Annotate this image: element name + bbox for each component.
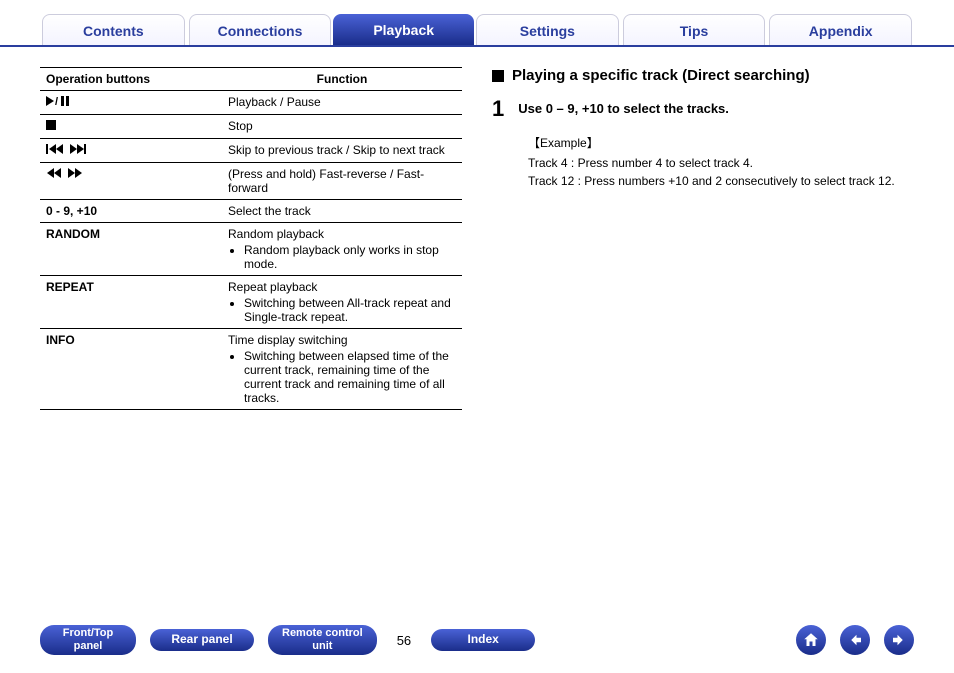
- tab-connections[interactable]: Connections: [189, 14, 332, 45]
- operation-button-cell: /: [40, 91, 222, 115]
- function-cell: Playback / Pause: [222, 91, 462, 115]
- operation-button-cell: RANDOM: [40, 223, 222, 276]
- example-line: Track 12 : Press numbers +10 and 2 conse…: [528, 172, 914, 190]
- tab-playback[interactable]: Playback: [333, 14, 474, 45]
- tab-appendix[interactable]: Appendix: [769, 14, 912, 45]
- table-row: / Playback / Pause: [40, 91, 462, 115]
- skip-icon: [46, 144, 106, 158]
- arrow-right-icon: [890, 631, 908, 649]
- step-1: 1 Use 0 – 9, +10 to select the tracks.: [492, 98, 914, 120]
- home-button[interactable]: [796, 625, 826, 655]
- function-cell: (Press and hold) Fast-reverse / Fast-for…: [222, 163, 462, 200]
- operation-button-cell: [40, 163, 222, 200]
- page-number: 56: [391, 633, 417, 648]
- right-column: Playing a specific track (Direct searchi…: [492, 67, 914, 410]
- seek-icon: [46, 168, 106, 182]
- table-row: RANDOMRandom playbackRandom playback onl…: [40, 223, 462, 276]
- operation-button-cell: [40, 115, 222, 139]
- operation-table: Operation buttons Function / Playback / P…: [40, 67, 462, 410]
- play-pause-icon: /: [46, 96, 106, 110]
- section-title-text: Playing a specific track (Direct searchi…: [512, 67, 810, 84]
- operation-button-cell: INFO: [40, 329, 222, 410]
- function-cell: Select the track: [222, 200, 462, 223]
- bullet-item: Random playback only works in stop mode.: [244, 243, 456, 271]
- operation-button-cell: REPEAT: [40, 276, 222, 329]
- table-header-function: Function: [222, 68, 462, 91]
- section-title: Playing a specific track (Direct searchi…: [492, 67, 914, 84]
- step-number: 1: [492, 98, 504, 120]
- table-row: Stop: [40, 115, 462, 139]
- square-bullet-icon: [492, 70, 504, 82]
- arrow-left-icon: [846, 631, 864, 649]
- table-row: Skip to previous track / Skip to next tr…: [40, 139, 462, 163]
- operation-button-cell: [40, 139, 222, 163]
- bullet-item: Switching between All-track repeat and S…: [244, 296, 456, 324]
- step-text: Use 0 – 9, +10 to select the tracks.: [518, 98, 729, 120]
- bullet-item: Switching between elapsed time of the cu…: [244, 349, 456, 405]
- table-row: 0 - 9, +10Select the track: [40, 200, 462, 223]
- function-cell: Random playbackRandom playback only work…: [222, 223, 462, 276]
- function-cell: Skip to previous track / Skip to next tr…: [222, 139, 462, 163]
- operation-button-cell: 0 - 9, +10: [40, 200, 222, 223]
- tab-settings[interactable]: Settings: [476, 14, 619, 45]
- function-cell: Stop: [222, 115, 462, 139]
- home-icon: [802, 631, 820, 649]
- top-tabs: ContentsConnectionsPlaybackSettingsTipsA…: [0, 0, 954, 47]
- remote-control-unit-button[interactable]: Remote controlunit: [268, 625, 377, 654]
- function-cell: Time display switchingSwitching between …: [222, 329, 462, 410]
- front-top-panel-button[interactable]: Front/Toppanel: [40, 625, 136, 654]
- table-row: (Press and hold) Fast-reverse / Fast-for…: [40, 163, 462, 200]
- left-column: Operation buttons Function / Playback / P…: [40, 67, 462, 410]
- footer-nav: Front/Toppanel Rear panel Remote control…: [40, 625, 914, 655]
- function-cell: Repeat playbackSwitching between All-tra…: [222, 276, 462, 329]
- table-row: REPEATRepeat playbackSwitching between A…: [40, 276, 462, 329]
- table-header-buttons: Operation buttons: [40, 68, 222, 91]
- example-block: 【Example】 Track 4 : Press number 4 to se…: [528, 134, 914, 190]
- prev-page-button[interactable]: [840, 625, 870, 655]
- svg-text:/: /: [55, 96, 58, 107]
- table-row: INFOTime display switchingSwitching betw…: [40, 329, 462, 410]
- tab-contents[interactable]: Contents: [42, 14, 185, 45]
- stop-icon: [46, 120, 106, 134]
- example-label: 【Example】: [528, 134, 914, 152]
- example-line: Track 4 : Press number 4 to select track…: [528, 154, 914, 172]
- index-button[interactable]: Index: [431, 629, 535, 651]
- tab-tips[interactable]: Tips: [623, 14, 766, 45]
- rear-panel-button[interactable]: Rear panel: [150, 629, 254, 651]
- next-page-button[interactable]: [884, 625, 914, 655]
